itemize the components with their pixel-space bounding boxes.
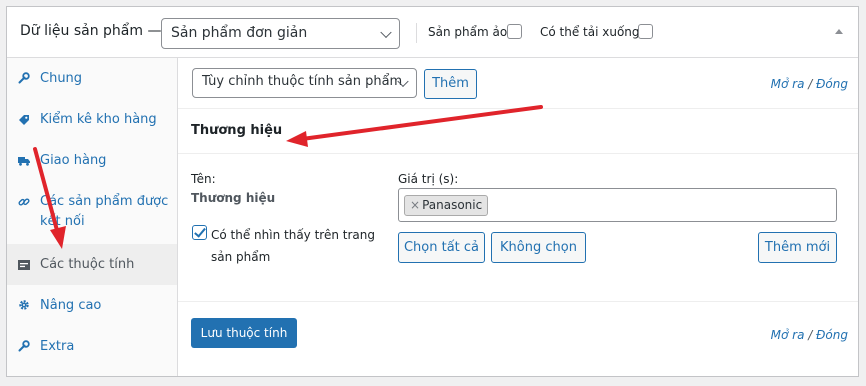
attributes-toolbar: Tùy chỉnh thuộc tính sản phẩm Thêm Mở ra… [178, 58, 858, 109]
wrench-icon [18, 340, 30, 352]
attribute-values-input[interactable]: × Panasonic [398, 188, 837, 222]
close-all-link[interactable]: Đóng [816, 77, 848, 91]
product-data-header: Dữ liệu sản phẩm — Sản phẩm đơn giản Sản… [7, 7, 858, 58]
collapse-toggle-icon[interactable] [835, 29, 843, 34]
tab-label: Các sản phẩm được kết nối [40, 194, 169, 229]
values-label: Giá trị (s): [398, 172, 459, 186]
tab-label: Chung [40, 71, 83, 86]
link-separator: / [808, 77, 813, 91]
visible-on-product-label: Có thể nhìn thấy trên trang sản phẩm [211, 228, 375, 264]
remove-value-icon[interactable]: × [410, 198, 420, 212]
gear-icon [19, 300, 29, 310]
tab-attributes[interactable]: Các thuộc tính [7, 244, 177, 285]
value-chip-label: Panasonic [422, 198, 483, 212]
tab-label: Giao hàng [40, 153, 107, 168]
select-none-button[interactable]: Không chọn [491, 232, 586, 263]
attribute-type-value: Tùy chỉnh thuộc tính sản phẩm [202, 74, 403, 89]
tab-linked-products[interactable]: Các sản phẩm được kết nối [7, 181, 177, 244]
tag-icon [19, 115, 29, 125]
tab-label: Nâng cao [40, 298, 102, 313]
add-new-value-button[interactable]: Thêm mới [758, 232, 837, 263]
attribute-body: Tên: Thương hiệu Có thể nhìn thấy trên t… [178, 154, 858, 302]
select-all-button[interactable]: Chọn tất cả [398, 232, 485, 263]
product-type-value: Sản phẩm đơn giản [171, 25, 308, 41]
tab-general[interactable]: Chung [7, 58, 177, 99]
wrench-icon [18, 72, 30, 84]
tab-extra[interactable]: Extra [7, 326, 177, 367]
truck-icon [18, 157, 30, 166]
attribute-name-value: Thương hiệu [191, 191, 276, 205]
list-icon [18, 260, 30, 270]
expand-all-link[interactable]: Mở ra [771, 77, 805, 91]
header-divider [416, 23, 417, 43]
product-type-select[interactable]: Sản phẩm đơn giản [161, 18, 400, 49]
tab-shipping[interactable]: Giao hàng [7, 140, 177, 181]
tab-inventory[interactable]: Kiểm kê kho hàng [7, 99, 177, 140]
tab-label: Extra [40, 339, 75, 354]
add-attribute-button[interactable]: Thêm [424, 69, 477, 99]
tab-advanced[interactable]: Nâng cao [7, 285, 177, 326]
visible-on-product-checkbox[interactable] [192, 225, 207, 240]
product-data-tabs: Chung Kiểm kê kho hàng Giao hàng Các sản… [7, 58, 178, 376]
link-icon [18, 198, 30, 206]
chevron-down-icon [380, 26, 392, 38]
virtual-checkbox[interactable] [507, 24, 522, 39]
save-attributes-button[interactable]: Lưu thuộc tính [191, 318, 297, 348]
tab-label: Kiểm kê kho hàng [40, 112, 157, 127]
virtual-label: Sản phẩm ảo: [428, 25, 512, 39]
expand-close-links: Mở ra / Đóng [771, 77, 848, 91]
footer-expand-close-links: Mở ra / Đóng [771, 328, 848, 342]
attribute-heading: Thương hiệu [191, 123, 283, 138]
downloadable-label: Có thể tải xuống: [540, 25, 644, 39]
link-separator: / [808, 328, 813, 342]
name-label: Tên: [191, 172, 216, 186]
close-all-link[interactable]: Đóng [816, 328, 848, 342]
attribute-type-select[interactable]: Tùy chỉnh thuộc tính sản phẩm [192, 68, 417, 98]
downloadable-checkbox[interactable] [638, 24, 653, 39]
tab-label: Các thuộc tính [40, 257, 135, 272]
attribute-heading-row[interactable]: Thương hiệu [178, 109, 858, 154]
attributes-panel: Tùy chỉnh thuộc tính sản phẩm Thêm Mở ra… [178, 58, 858, 376]
product-data-panel: Dữ liệu sản phẩm — Sản phẩm đơn giản Sản… [6, 6, 859, 377]
expand-all-link[interactable]: Mở ra [771, 328, 805, 342]
panel-title: Dữ liệu sản phẩm — [20, 23, 162, 39]
value-chip: × Panasonic [404, 195, 489, 216]
